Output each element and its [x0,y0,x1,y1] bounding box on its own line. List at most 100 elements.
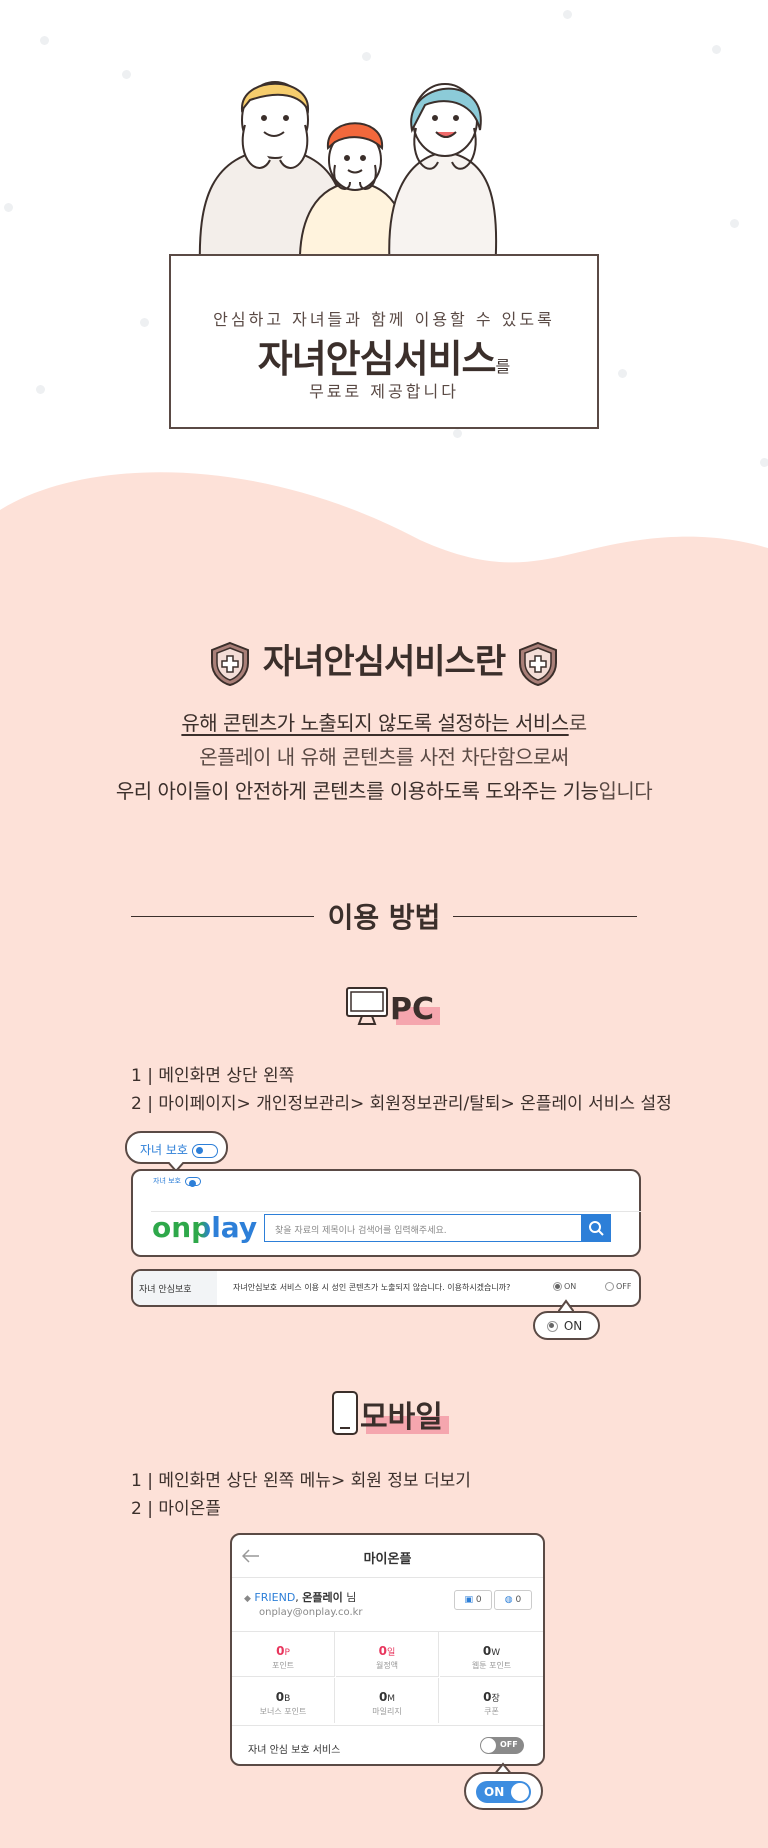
decor-dot [563,10,572,19]
stat-cell[interactable]: 0P 포인트 [232,1632,335,1677]
stat-cell[interactable]: 0M 마일리지 [336,1678,439,1723]
toggle-on[interactable]: ON [476,1781,531,1803]
hero-box: 안심하고 자녀들과 함께 이용할 수 있도록 자녀안심서비스를 무료로 제공합니… [169,254,599,429]
shield-icon [518,641,557,686]
on-callout-label: ON [563,1319,583,1333]
radio-off-label: OFF [616,1282,632,1291]
service-divider [232,1725,543,1726]
hero-title-suffix: 를 [495,357,511,376]
hero-caption: 무료로 제공합니다 [309,382,459,401]
mobile-header: 마이온플 [232,1535,543,1578]
radio-selected-icon [553,1282,562,1291]
stat-label: 보너스 포인트 [259,1707,307,1716]
decor-dot [618,369,627,378]
mini-toggle-label: 자녀 보호 [153,1177,181,1185]
decor-dot [712,45,721,54]
pc-step-1: 1 | 메인화면 상단 왼쪽 [131,1066,295,1086]
intro-line1-suffix: 로 [568,711,587,735]
search-placeholder: 찾을 자료의 제목이나 검색어를 입력해주세요. [275,1226,447,1236]
setting-description: 자녀안심보호 서비스 이용 시 성인 콘텐츠가 노출되지 않습니다. 이용하시겠… [233,1283,511,1292]
stat-value: 0일 [336,1644,438,1658]
stat-value: 0W [440,1644,543,1658]
stat-cell[interactable]: 0W 웹툰 포인트 [440,1632,543,1677]
mini-child-toggle[interactable]: 자녀 보호 [153,1176,201,1187]
intro-heading-text: 자녀안심서비스란 [262,642,506,682]
decor-dot [453,429,462,438]
decor-dot [4,203,13,212]
user-grade: FRIEND [254,1591,296,1604]
hero-subtitle: 안심하고 자녀들과 함께 이용할 수 있도록 [213,310,555,329]
message-button[interactable]: ◍ 0 [494,1590,532,1610]
stat-unit: 일 [387,1648,396,1658]
toggle-on-icon [191,1143,218,1158]
toggle-knob [511,1783,529,1801]
mobile-step-2: 2 | 마이온플 [131,1499,221,1519]
service-toggle-off[interactable]: OFF [480,1737,524,1754]
mobile-badge-text: 모바일 [360,1400,443,1435]
intro-line3-suffix: 입니다 [598,779,653,803]
stat-cell[interactable]: 0장쿠폰 [440,1678,543,1723]
stat-number: 0 [378,1644,388,1658]
intro-line1-emphasis: 유해 콘텐츠가 노출되지 않도록 설정하는 서비스 [181,711,569,735]
message-count: 0 [515,1595,522,1605]
toggle-off-label: OFF [500,1740,518,1749]
user-email: onplay@onplay.co.kr [259,1607,363,1618]
toggle-on-label: ON [484,1785,505,1799]
pc-badge-text: PC [390,992,435,1027]
pc-badge: PC [344,985,441,1027]
locker-button[interactable]: ▣ 0 [454,1590,492,1610]
divider-right [453,916,637,917]
monitor-icon [346,987,388,1025]
on-callout[interactable]: ON [533,1311,600,1340]
shield-icon [211,641,250,686]
mobile-step-1: 1 | 메인화면 상단 왼쪽 메뉴> 회원 정보 더보기 [131,1471,471,1491]
mobile-badge: 모바일 [330,1390,449,1436]
stat-label: 마일리지 [372,1707,402,1716]
how-heading: 이용 방법 [327,901,441,934]
onplay-logo[interactable]: onplay [152,1211,257,1244]
stat-value: 0P [232,1644,334,1658]
pc-step-2: 2 | 마이페이지> 개인정보관리> 회원정보관리/탈퇴> 온플레이 서비스 설… [131,1094,672,1114]
radio-unselected-icon [605,1282,614,1291]
logo-text: onplay [152,1211,258,1244]
search-button[interactable] [581,1213,611,1242]
stat-unit: B [284,1694,291,1704]
decor-dot [140,318,149,327]
search-input[interactable]: 찾을 자료의 제목이나 검색어를 입력해주세요. [264,1213,611,1242]
family-illustration [198,81,498,271]
stat-label: 월정액 [375,1661,399,1670]
decor-dot [36,385,45,394]
toggle-on-icon [185,1176,201,1187]
decor-dot [760,458,768,467]
radio-on-label: ON [564,1282,577,1291]
stat-unit: W [491,1648,501,1658]
stat-number: 0 [482,1644,492,1658]
stat-cell[interactable]: 0B 보너스 포인트 [232,1678,335,1723]
locker-icon: ▣ [464,1595,473,1605]
user-info: ◆ FRIEND, 온플레이 님 [244,1589,356,1605]
stat-unit: 장 [491,1694,500,1704]
stat-unit: P [284,1648,290,1658]
phone-icon [332,1391,358,1435]
stat-number: 0 [483,1690,492,1704]
stat-unit: M [387,1694,396,1704]
radio-off[interactable]: OFF [605,1282,632,1291]
setting-label: 자녀 안심보호 [139,1285,192,1295]
grade-icon: ◆ [244,1594,251,1604]
intro-line2: 온플레이 내 유해 콘텐츠를 사전 차단함으로써 [199,745,569,769]
stat-label: 쿠폰 [484,1707,499,1716]
mobile-toggle-on-callout[interactable]: ON [464,1772,543,1810]
service-label: 자녀 안심 보호 서비스 [248,1745,341,1756]
stat-cell[interactable]: 0일월정액 [336,1632,439,1677]
pc-header-mockup: 자녀 보호 onplay 찾을 자료의 제목이나 검색어를 입력해주세요. [131,1169,641,1257]
decor-dot [122,70,131,79]
stat-number: 0 [275,1690,285,1704]
stat-value: 0장 [440,1690,543,1704]
intro-line3: 우리 아이들이 안전하게 콘텐츠를 이용하도록 도와주는 기능입니다 [0,775,768,804]
child-protect-toggle-callout[interactable]: 자녀 보호 [125,1131,228,1164]
toggle-knob [481,1738,496,1753]
user-name: 온플레이 [302,1591,343,1604]
radio-on[interactable]: ON [553,1282,576,1291]
hero-title-text: 자녀안심서비스 [257,337,497,381]
hero-title: 자녀안심서비스를 [171,328,597,383]
